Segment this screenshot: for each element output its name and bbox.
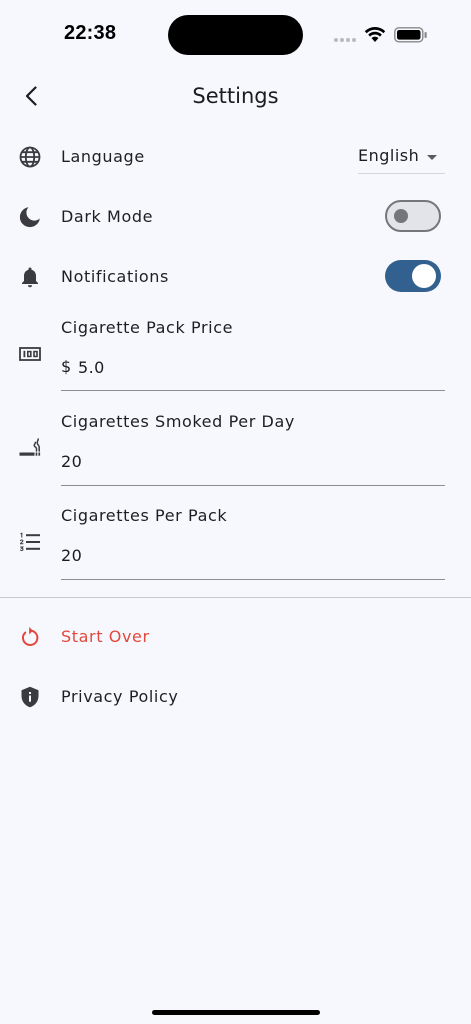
dynamic-island [168, 15, 303, 55]
notifications-label: Notifications [61, 267, 169, 286]
toggle-knob [394, 209, 408, 223]
pack-price-input[interactable] [78, 353, 445, 381]
field-underline [61, 390, 445, 391]
cellular-signal-icon [334, 38, 356, 42]
shield-icon [21, 686, 39, 708]
smoked-per-day-label: Cigarettes Smoked Per Day [61, 412, 295, 431]
language-dropdown[interactable]: English [358, 141, 445, 174]
notifications-toggle[interactable] [385, 260, 441, 292]
money-icon [19, 347, 41, 361]
bell-icon [22, 267, 38, 288]
per-pack-label: Cigarettes Per Pack [61, 506, 228, 525]
dark-mode-toggle[interactable] [385, 200, 441, 232]
battery-icon [394, 27, 427, 43]
caret-down-icon [427, 155, 437, 160]
privacy-policy-label: Privacy Policy [61, 687, 179, 706]
per-pack-input[interactable] [61, 541, 445, 569]
field-underline [61, 579, 445, 580]
dark-mode-label: Dark Mode [61, 207, 154, 226]
field-underline [61, 485, 445, 486]
start-over-button[interactable]: Start Over [0, 612, 471, 662]
toggle-knob [412, 264, 436, 288]
numbered-list-icon [19, 532, 40, 551]
section-divider [0, 597, 471, 598]
smoking-icon [19, 438, 41, 456]
pack-price-label: Cigarette Pack Price [61, 318, 234, 337]
smoked-per-day-input[interactable] [61, 447, 445, 475]
page-title: Settings [192, 84, 279, 108]
globe-icon [19, 146, 41, 168]
restart-icon [22, 627, 39, 646]
currency-prefix: $ [61, 357, 72, 376]
wifi-icon [364, 27, 386, 42]
privacy-policy-link[interactable]: Privacy Policy [0, 672, 471, 722]
language-selected-value: English [358, 146, 420, 165]
start-over-label: Start Over [61, 627, 150, 646]
home-indicator[interactable] [152, 1010, 320, 1015]
status-time: 22:38 [64, 22, 117, 44]
language-label: Language [61, 147, 145, 166]
moon-icon [19, 207, 40, 228]
